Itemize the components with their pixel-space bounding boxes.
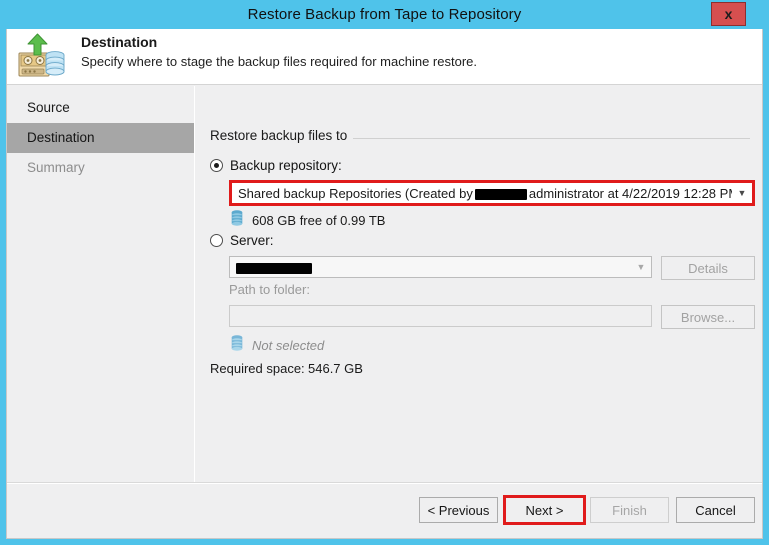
path-to-folder-input[interactable] xyxy=(229,305,652,327)
chevron-down-icon: ▼ xyxy=(636,261,646,272)
window-title: Restore Backup from Tape to Repository xyxy=(247,6,522,23)
chevron-down-icon: ▼ xyxy=(737,187,747,198)
server-combo-value xyxy=(230,260,631,275)
storage-icon xyxy=(231,335,243,356)
required-space-value: 546.7 GB xyxy=(308,361,363,376)
radio-indicator-server xyxy=(210,234,223,247)
combo-value-prefix: Shared backup Repositories (Created by xyxy=(238,185,473,201)
group-label: Restore backup files to xyxy=(210,128,354,143)
server-combo[interactable]: ▼ xyxy=(229,256,652,278)
server-radio-label: Server: xyxy=(230,233,274,248)
storage-icon xyxy=(231,210,243,231)
wizard-steps-sidebar: Source Destination Summary xyxy=(7,86,195,538)
dialog-window: Restore Backup from Tape to Repository x xyxy=(0,0,769,545)
title-bar: Restore Backup from Tape to Repository x xyxy=(6,0,763,29)
required-space-label: Required space: xyxy=(210,361,305,376)
radio-indicator-backup-repository xyxy=(210,159,223,172)
close-button[interactable]: x xyxy=(711,2,746,26)
browse-button[interactable]: Browse... xyxy=(661,305,755,329)
backup-repository-combo-value: Shared backup Repositories (Created by ad… xyxy=(232,186,732,201)
next-button[interactable]: Next > xyxy=(503,495,586,525)
backup-repository-combo[interactable]: Shared backup Repositories (Created by ad… xyxy=(229,180,755,206)
cancel-button[interactable]: Cancel xyxy=(676,497,755,523)
content-pane: Restore backup files to Backup repositor… xyxy=(196,86,762,538)
dialog-footer: < Previous Next > Finish Cancel xyxy=(7,484,762,538)
sidebar-item-destination[interactable]: Destination xyxy=(7,123,194,153)
backup-repository-radio-label: Backup repository: xyxy=(230,158,342,173)
sidebar-item-summary[interactable]: Summary xyxy=(7,153,194,183)
server-radio[interactable]: Server: xyxy=(210,233,274,248)
repository-space-row: 608 GB free of 0.99 TB xyxy=(231,210,385,231)
combo-value-suffix: administrator at 4/22/2019 12:28 PM.) xyxy=(528,185,732,201)
path-to-folder-label: Path to folder: xyxy=(229,282,310,297)
tape-to-repository-icon xyxy=(17,33,67,81)
sidebar-item-source[interactable]: Source xyxy=(7,93,194,123)
repository-space-text: 608 GB free of 0.99 TB xyxy=(252,213,386,228)
dialog-body: Destination Specify where to stage the b… xyxy=(6,29,763,539)
close-icon: x xyxy=(724,6,733,22)
redaction-bar-domain xyxy=(474,188,527,200)
page-subtitle: Specify where to stage the backup files … xyxy=(81,54,477,69)
backup-repository-radio[interactable]: Backup repository: xyxy=(210,158,342,173)
page-title: Destination xyxy=(81,34,158,50)
redaction-bar-server xyxy=(236,262,312,274)
server-status-row: Not selected xyxy=(231,335,324,356)
wizard-header: Destination Specify where to stage the b… xyxy=(7,29,762,85)
finish-button: Finish xyxy=(590,497,669,523)
previous-button[interactable]: < Previous xyxy=(419,497,498,523)
details-button[interactable]: Details xyxy=(661,256,755,280)
server-status-text: Not selected xyxy=(252,338,325,353)
